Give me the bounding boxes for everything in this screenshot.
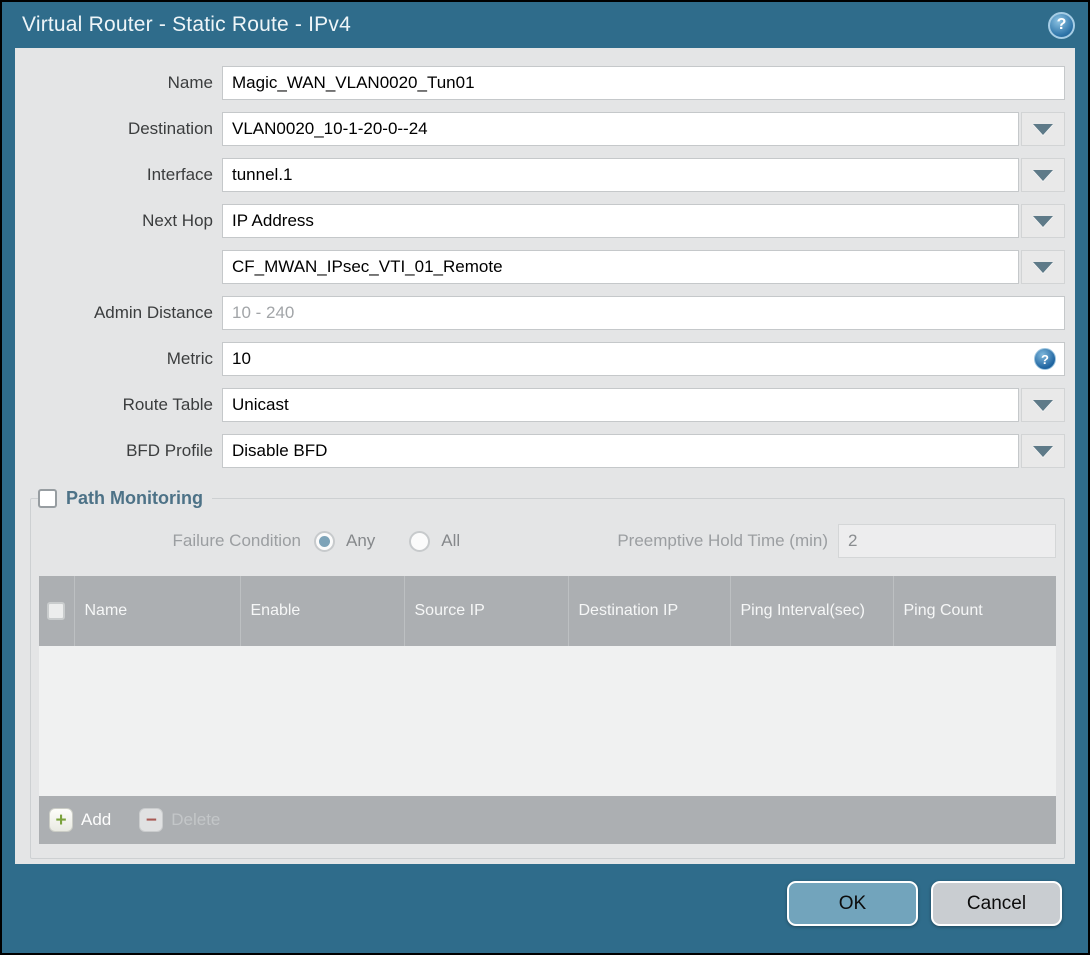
next-hop-field	[222, 204, 1065, 238]
help-icon[interactable]: ?	[1048, 11, 1075, 39]
failure-condition-row: Failure Condition Any All Preemptive Hol…	[39, 523, 1056, 559]
bfd-profile-input[interactable]	[222, 434, 1019, 468]
chevron-down-icon	[1033, 261, 1053, 273]
destination-input[interactable]	[222, 112, 1019, 146]
failure-condition-any-radio	[314, 530, 335, 552]
select-all-checkbox	[47, 601, 66, 620]
table-toolbar: + Add − Delete	[39, 796, 1056, 844]
delete-button: − Delete	[139, 808, 220, 832]
name-label: Name	[167, 73, 213, 92]
metric-field: ?	[222, 342, 1065, 376]
next-hop-label: Next Hop	[142, 211, 213, 230]
interface-label: Interface	[146, 165, 213, 184]
path-monitoring-title: Path Monitoring	[66, 488, 203, 508]
metric-input[interactable]	[222, 342, 1065, 376]
table-empty-body	[39, 646, 1056, 796]
form-row-next-hop: Next Hop	[25, 204, 1065, 238]
form-row-next-hop-address	[25, 250, 1065, 284]
metric-label: Metric	[166, 349, 213, 368]
delete-button-label: Delete	[171, 810, 221, 829]
help-tooltip-icon: ?	[1034, 348, 1056, 370]
next-hop-type-input[interactable]	[222, 204, 1019, 238]
failure-condition-any-label: Any	[346, 531, 376, 550]
form-row-route-table: Route Table	[25, 388, 1065, 422]
name-input[interactable]	[222, 66, 1065, 100]
admin-distance-input[interactable]	[222, 296, 1065, 330]
route-table-label: Route Table	[122, 395, 213, 414]
path-monitoring-checkbox[interactable]	[38, 489, 57, 508]
preemptive-hold-time-input	[838, 524, 1056, 558]
dialog-content: Name Destination Interface Next Hop	[15, 48, 1075, 864]
interface-field	[222, 158, 1065, 192]
table-header-row: Name Enable Source IP Destination IP Pin…	[39, 576, 1056, 646]
bfd-profile-label: BFD Profile	[126, 441, 213, 460]
admin-distance-label: Admin Distance	[93, 303, 213, 322]
next-hop-address-input[interactable]	[222, 250, 1019, 284]
form-row-admin-distance: Admin Distance	[25, 296, 1065, 330]
minus-icon: −	[139, 808, 164, 832]
form-row-name: Name	[25, 66, 1065, 100]
failure-condition-all-label: All	[441, 531, 461, 550]
preemptive-hold-time-label: Preemptive Hold Time (min)	[617, 531, 828, 550]
chevron-down-icon	[1033, 215, 1053, 227]
path-monitoring-legend: Path Monitoring	[38, 488, 212, 509]
form-row-metric: Metric ?	[25, 342, 1065, 376]
cancel-button[interactable]: Cancel	[931, 881, 1062, 926]
path-monitoring-table: Name Enable Source IP Destination IP Pin…	[39, 576, 1056, 796]
ok-button[interactable]: OK	[787, 881, 918, 926]
column-header-destination-ip: Destination IP	[568, 576, 731, 646]
dialog-titlebar: Virtual Router - Static Route - IPv4 ?	[2, 2, 1088, 48]
column-header-ping-count: Ping Count	[893, 576, 1056, 646]
add-button-label: Add	[81, 810, 112, 829]
failure-condition-all-radio	[409, 530, 431, 552]
destination-field	[222, 112, 1065, 146]
dialog-footer: OK Cancel	[2, 864, 1088, 953]
column-header-source-ip: Source IP	[404, 576, 569, 646]
form-row-destination: Destination	[25, 112, 1065, 146]
destination-dropdown-button[interactable]	[1021, 112, 1065, 146]
bfd-profile-field	[222, 434, 1065, 468]
route-table-dropdown-button[interactable]	[1021, 388, 1065, 422]
route-table-input[interactable]	[222, 388, 1019, 422]
name-field	[222, 66, 1065, 100]
destination-label: Destination	[127, 119, 213, 138]
chevron-down-icon	[1033, 169, 1053, 181]
static-route-dialog: Virtual Router - Static Route - IPv4 ? N…	[0, 0, 1090, 955]
column-header-enable: Enable	[240, 576, 405, 646]
admin-distance-field	[222, 296, 1065, 330]
chevron-down-icon	[1033, 123, 1053, 135]
bfd-profile-dropdown-button[interactable]	[1021, 434, 1065, 468]
form-row-interface: Interface	[25, 158, 1065, 192]
plus-icon: +	[49, 808, 73, 832]
next-hop-address-dropdown-button[interactable]	[1021, 250, 1065, 284]
add-button[interactable]: + Add	[49, 808, 111, 832]
form-row-bfd-profile: BFD Profile	[25, 434, 1065, 468]
next-hop-dropdown-button[interactable]	[1021, 204, 1065, 238]
path-monitoring-group: Path Monitoring Failure Condition Any Al…	[30, 488, 1065, 859]
next-hop-address-label	[25, 250, 213, 284]
column-header-name: Name	[74, 576, 241, 646]
route-table-field	[222, 388, 1065, 422]
interface-dropdown-button[interactable]	[1021, 158, 1065, 192]
table-header-checkbox-cell	[39, 576, 75, 646]
radio-selected-dot	[319, 535, 330, 547]
table-empty-row	[39, 646, 1056, 796]
failure-condition-label: Failure Condition	[172, 531, 301, 550]
column-header-ping-interval: Ping Interval(sec)	[730, 576, 894, 646]
dialog-title: Virtual Router - Static Route - IPv4	[22, 13, 351, 36]
chevron-down-icon	[1033, 445, 1053, 457]
interface-input[interactable]	[222, 158, 1019, 192]
chevron-down-icon	[1033, 399, 1053, 411]
next-hop-address-field	[222, 250, 1065, 284]
